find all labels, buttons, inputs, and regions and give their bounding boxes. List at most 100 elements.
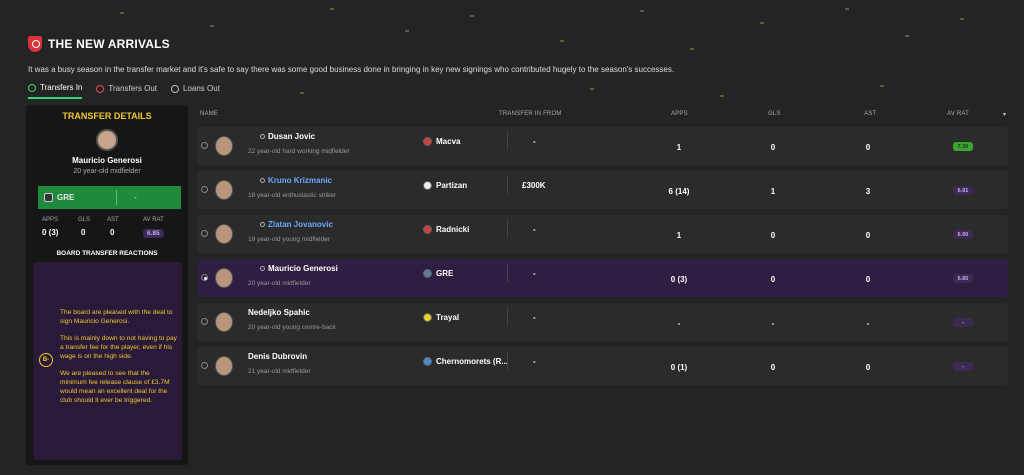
transfer-fee: - xyxy=(533,313,536,322)
apps-value: 0 (3) xyxy=(670,275,688,284)
avatar xyxy=(215,356,233,376)
row-radio[interactable] xyxy=(201,274,208,281)
transfer-fee: - xyxy=(533,137,536,146)
rating-badge: 6.85 xyxy=(953,274,973,283)
reactions-title: BOARD TRANSFER REACTIONS xyxy=(56,250,158,257)
player-name[interactable]: Kruno Krizmanic xyxy=(260,176,332,185)
club-cell[interactable]: Trayal xyxy=(423,313,459,322)
grade-badge: B- xyxy=(39,353,53,367)
club-badge-icon xyxy=(423,357,432,366)
col-header-avrat[interactable]: AV RAT xyxy=(947,111,969,117)
midfielder-icon xyxy=(260,266,265,271)
col-header-apps[interactable]: APPS xyxy=(671,111,688,117)
transfer-fee: - xyxy=(533,269,536,278)
club-badge-icon xyxy=(423,225,432,234)
apps-value: - xyxy=(677,319,681,328)
ast-value: 0 xyxy=(865,143,871,152)
club-cell[interactable]: Partizan xyxy=(423,181,467,190)
tab-loans-out[interactable]: Loans Out xyxy=(171,83,220,99)
stat-label-gls: GLS xyxy=(78,217,91,223)
tab-transfers-in[interactable]: Transfers In xyxy=(28,83,83,99)
rating-badge: 7.30 xyxy=(953,142,973,151)
ast-value: 0 xyxy=(865,363,871,372)
stat-label-ast: AST xyxy=(107,217,119,223)
row-radio[interactable] xyxy=(201,230,208,237)
apps-value: 1 xyxy=(676,231,682,240)
gls-value: 0 xyxy=(770,143,776,152)
rating-badge: - xyxy=(953,318,973,327)
player-desc: 18 year-old enthusiastic striker xyxy=(248,192,337,199)
apps-value: 6 (14) xyxy=(668,187,690,196)
panel-club[interactable]: GRE xyxy=(57,193,74,202)
player-name[interactable]: Mauricio Generosi xyxy=(260,264,338,273)
sort-chevron-icon[interactable]: ▾ xyxy=(1003,111,1006,118)
transfer-details-panel: TRANSFER DETAILS Mauricio Generosi 20 ye… xyxy=(26,105,188,465)
row-radio[interactable] xyxy=(201,186,208,193)
intro-text: It was a busy season in the transfer mar… xyxy=(28,65,675,74)
club-cell[interactable]: Macva xyxy=(423,137,460,146)
club-cell[interactable]: GRE xyxy=(423,269,453,278)
apps-value: 0 (1) xyxy=(670,363,688,372)
row-radio[interactable] xyxy=(201,362,208,369)
tab-transfers-out[interactable]: Transfers Out xyxy=(96,83,157,99)
table-row[interactable]: Kruno Krizmanic 18 year-old enthusiastic… xyxy=(198,171,1008,209)
rating-badge: 6.91 xyxy=(953,186,973,195)
club-badge-icon xyxy=(423,269,432,278)
player-name[interactable]: Denis Dubrovin xyxy=(248,352,307,361)
transfer-in-icon xyxy=(28,83,36,92)
transfer-fee: - xyxy=(533,357,536,366)
player-desc: 20 year-old midfielder xyxy=(248,280,311,287)
club-crest-icon xyxy=(28,36,42,52)
reactions-text: The board are pleased with the deal to s… xyxy=(60,308,178,413)
avatar xyxy=(215,224,233,244)
player-name[interactable]: Nedeljko Spahic xyxy=(248,308,310,317)
gls-value: 0 xyxy=(770,231,776,240)
gls-value: - xyxy=(771,319,775,328)
stat-value-gls: 0 xyxy=(81,228,86,237)
club-cell[interactable]: Chernomorets (R... xyxy=(423,357,508,366)
col-header-name[interactable]: NAME xyxy=(200,111,218,117)
transfer-out-icon xyxy=(96,84,105,93)
divider xyxy=(507,176,508,194)
ast-value: 0 xyxy=(865,231,871,240)
col-header-transfer-from[interactable]: TRANSFER IN FROM xyxy=(499,111,562,117)
club-badge-icon xyxy=(423,137,432,146)
col-header-gls[interactable]: GLS xyxy=(768,111,781,117)
avatar xyxy=(215,312,233,332)
board-reactions-box: B- The board are pleased with the deal t… xyxy=(33,262,182,460)
club-badge-icon xyxy=(423,181,432,190)
stat-value-apps: 0 (3) xyxy=(42,228,59,237)
table-row[interactable]: Dusan Jovic 22 year-old hard working mid… xyxy=(198,127,1008,165)
transfer-fee: - xyxy=(533,225,536,234)
table-row-selected[interactable]: Mauricio Generosi 20 year-old midfielder… xyxy=(198,259,1008,297)
player-name[interactable]: Dusan Jovic xyxy=(260,132,315,141)
player-avatar xyxy=(96,129,118,151)
divider xyxy=(507,220,508,238)
col-header-ast[interactable]: AST xyxy=(864,111,876,117)
stat-value-avrat: 6.85 xyxy=(143,229,164,238)
gls-value: 0 xyxy=(770,275,776,284)
player-name[interactable]: Zlatan Jovanovic xyxy=(260,220,333,229)
divider xyxy=(116,190,117,205)
divider xyxy=(507,352,508,370)
row-radio[interactable] xyxy=(201,318,208,325)
rating-badge: 6.90 xyxy=(953,230,973,239)
avatar xyxy=(215,268,233,288)
stat-label-avrat: AV RAT xyxy=(143,217,164,223)
table-row[interactable]: Denis Dubrovin 21 year-old midfielder Ch… xyxy=(198,347,1008,385)
reaction-paragraph: We are pleased to see that the minimum f… xyxy=(60,370,170,404)
panel-player-desc: 20 year-old midfielder xyxy=(73,168,141,175)
table-row[interactable]: Nedeljko Spahic 20 year-old young centre… xyxy=(198,303,1008,341)
club-cell[interactable]: Radnicki xyxy=(423,225,469,234)
ast-value: - xyxy=(866,319,870,328)
stat-value-ast: 0 xyxy=(110,228,115,237)
panel-title: TRANSFER DETAILS xyxy=(62,111,152,121)
apps-value: 1 xyxy=(676,143,682,152)
page-title: THE NEW ARRIVALS xyxy=(48,37,170,51)
gls-value: 0 xyxy=(770,363,776,372)
tab-bar: Transfers In Transfers Out Loans Out xyxy=(28,83,220,99)
player-desc: 19 year-old young midfielder xyxy=(248,236,331,243)
table-row[interactable]: Zlatan Jovanovic 19 year-old young midfi… xyxy=(198,215,1008,253)
row-radio[interactable] xyxy=(201,142,208,149)
panel-player-name[interactable]: Mauricio Generosi xyxy=(26,156,188,165)
